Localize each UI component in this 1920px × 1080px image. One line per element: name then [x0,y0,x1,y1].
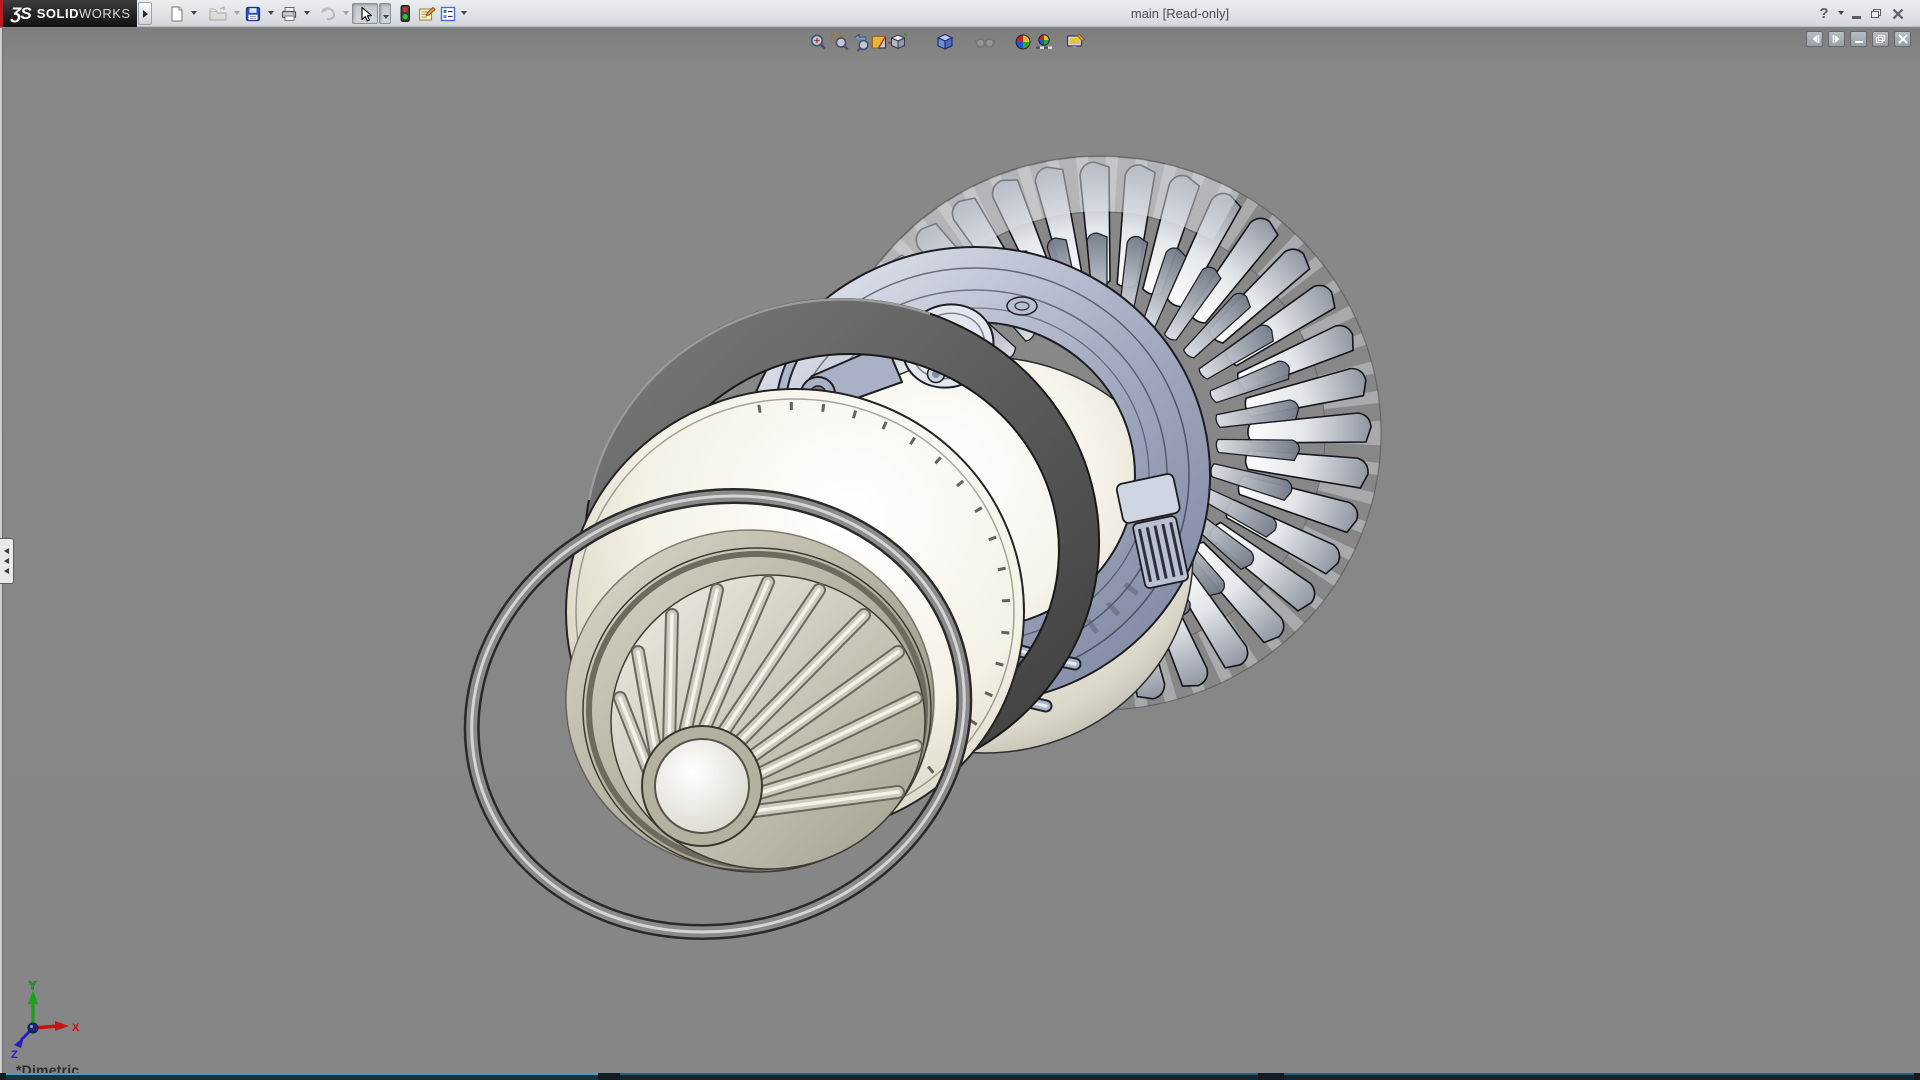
solidworks-window: ƷS SOLIDWORKS [0,0,1920,1080]
engine-model-canvas[interactable] [0,0,1920,1080]
hex-boss [1007,297,1037,315]
z-axis-label: Z [11,1049,18,1060]
jet-engine-model [425,156,1381,984]
x-arrowhead-icon [55,1021,69,1031]
cone-hub-bore [655,739,749,833]
triad-origin [28,1023,38,1033]
reference-triad: Y X Z [8,980,118,1060]
os-taskbar[interactable] [0,1073,1920,1080]
taskbar-button[interactable] [1284,1073,1914,1080]
taskbar-button[interactable] [620,1073,1258,1080]
x-axis-label: X [72,1022,80,1034]
y-arrowhead-icon [28,990,38,1004]
splined-cone [611,575,925,869]
z-arrowhead-icon [14,1037,24,1048]
taskbar-button[interactable] [6,1073,598,1080]
graphics-viewport[interactable]: Y X Z *Dimetric [0,28,1920,1073]
triad-origin-highlight [30,1025,33,1028]
y-axis-label: Y [29,980,37,992]
